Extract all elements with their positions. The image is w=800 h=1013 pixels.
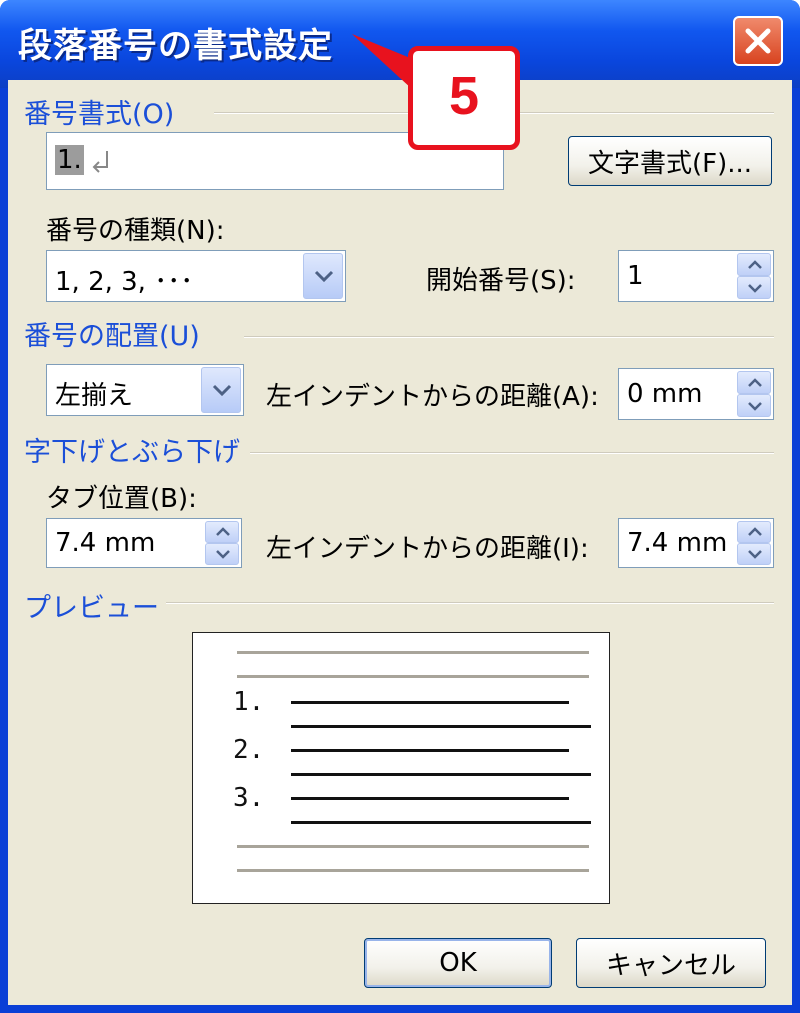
preview-line <box>237 651 589 654</box>
arrow-up-icon <box>216 527 230 536</box>
section-label-text-position: 字下げとぶら下げ <box>24 437 240 468</box>
indent-at-spinner[interactable]: 7.4 mm <box>618 518 774 568</box>
spin-down-button[interactable] <box>737 543 771 565</box>
section-label-number-position: 番号の配置(U) <box>24 321 200 352</box>
arrow-down-icon <box>748 283 762 293</box>
preview-line <box>291 701 569 704</box>
section-divider <box>250 452 774 454</box>
preview-number-1: 1. <box>233 687 265 717</box>
dialog-window: 段落番号の書式設定 番号書式(O) 1. 文字書式(F)... 番号の種類(N)… <box>0 0 800 1013</box>
spin-up-button[interactable] <box>737 521 771 543</box>
aligned-at-label: 左インデントからの距離(A): <box>266 382 599 412</box>
spin-down-button[interactable] <box>737 276 771 299</box>
start-at-label: 開始番号(S): <box>426 266 576 296</box>
callout-badge: 5 <box>408 46 520 150</box>
callout-number: 5 <box>448 66 480 126</box>
alignment-dropdown-button[interactable] <box>201 367 241 413</box>
preview-pane: 1. 2. 3. <box>192 632 610 904</box>
spin-down-button[interactable] <box>205 543 239 565</box>
preview-line <box>291 797 569 800</box>
aligned-at-spinner[interactable]: 0 mm <box>618 368 774 420</box>
aligned-at-spin-buttons[interactable] <box>737 371 771 417</box>
preview-number-3: 3. <box>233 783 265 813</box>
spin-up-button[interactable] <box>737 371 771 394</box>
start-at-spin-buttons[interactable] <box>737 253 771 299</box>
preview-line <box>291 725 591 728</box>
arrow-up-icon <box>748 527 762 536</box>
aligned-at-value: 0 mm <box>627 379 703 409</box>
section-label-preview: プレビュー <box>24 593 159 624</box>
preview-line <box>237 675 589 678</box>
arrow-up-icon <box>748 259 762 269</box>
preview-number-2: 2. <box>233 735 265 765</box>
arrow-down-icon <box>216 550 230 559</box>
number-style-select[interactable]: 1, 2, 3, ･･･ <box>46 250 346 302</box>
tab-position-spin-buttons[interactable] <box>205 521 239 565</box>
spin-up-button[interactable] <box>205 521 239 543</box>
preview-line <box>291 773 591 776</box>
chevron-down-icon <box>314 270 334 283</box>
section-divider <box>244 336 774 338</box>
number-style-label: 番号の種類(N): <box>46 216 225 246</box>
indent-at-spin-buttons[interactable] <box>737 521 771 565</box>
arrow-down-icon <box>748 401 762 411</box>
indent-at-label: 左インデントからの距離(I): <box>266 534 589 564</box>
alignment-select[interactable]: 左揃え <box>46 364 244 416</box>
preview-line <box>291 749 569 752</box>
preview-line <box>237 869 589 872</box>
dialog-client-area: 番号書式(O) 1. 文字書式(F)... 番号の種類(N): 1, 2, 3,… <box>8 80 792 1005</box>
start-at-value: 1 <box>627 261 644 291</box>
spin-down-button[interactable] <box>737 394 771 417</box>
chevron-down-icon <box>212 384 232 397</box>
ok-button[interactable]: OK <box>364 938 552 988</box>
cancel-button[interactable]: キャンセル <box>576 938 766 988</box>
tab-position-spinner[interactable]: 7.4 mm <box>46 518 242 568</box>
preview-line <box>291 821 591 824</box>
start-at-spinner[interactable]: 1 <box>618 250 774 302</box>
number-style-value: 1, 2, 3, ･･･ <box>55 267 194 297</box>
tab-position-label: タブ位置(B): <box>46 484 197 514</box>
arrow-down-icon <box>748 550 762 559</box>
spin-up-button[interactable] <box>737 253 771 276</box>
section-divider <box>166 602 774 604</box>
alignment-value: 左揃え <box>55 381 134 411</box>
arrow-up-icon <box>748 377 762 387</box>
indent-at-value: 7.4 mm <box>627 528 728 558</box>
tab-position-value: 7.4 mm <box>55 528 156 558</box>
number-style-dropdown-button[interactable] <box>303 253 343 299</box>
preview-line <box>237 845 589 848</box>
callout-pointer <box>352 34 424 100</box>
